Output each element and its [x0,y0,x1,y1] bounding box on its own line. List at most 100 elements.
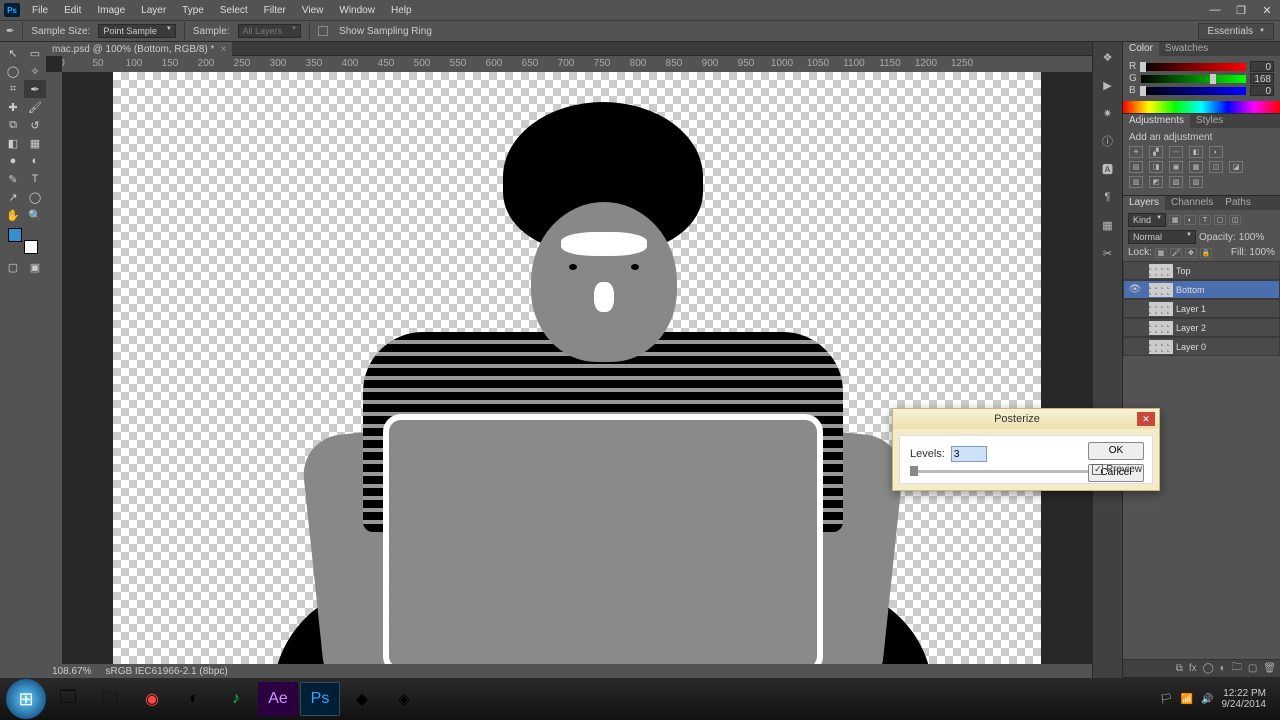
properties-icon[interactable]: ▦ [1099,216,1117,234]
eyedropper-tool[interactable]: ✒ [24,80,46,98]
visibility-icon[interactable]: 👁 [1124,284,1146,295]
eraser-tool[interactable]: ◧ [2,134,24,152]
fill-value[interactable]: 100% [1249,247,1275,258]
lock-trans-icon[interactable]: ▦ [1155,248,1167,258]
blend-mode[interactable]: Normal [1128,230,1196,244]
adj-invert[interactable]: ◪ [1229,161,1243,173]
start-button[interactable]: ⊞ [6,679,46,719]
tab-channels[interactable]: Channels [1165,196,1219,210]
g-slider[interactable] [1141,75,1246,83]
adj-select[interactable]: ▨ [1189,176,1203,188]
menu-select[interactable]: Select [214,3,254,18]
marquee-tool[interactable]: ▭ [24,44,46,62]
menu-image[interactable]: Image [91,3,131,18]
zoom-tool[interactable]: 🔍 [24,206,46,224]
taskbar-files[interactable]: 🗀 [90,682,130,716]
mask-icon[interactable]: ◯ [1203,663,1214,674]
trash-icon[interactable]: 🗑 [1263,663,1276,674]
lasso-tool[interactable]: ◯ [2,62,24,80]
tab-paths[interactable]: Paths [1219,196,1257,210]
zoom-level[interactable]: 108.67% [52,666,91,677]
workspace-switcher[interactable]: Essentials▼ [1198,23,1274,40]
canvas[interactable] [113,72,1041,664]
tab-layers[interactable]: Layers [1123,196,1165,210]
opacity-value[interactable]: 100% [1239,232,1265,243]
tray-volume-icon[interactable]: 🔊 [1201,694,1213,705]
close-button[interactable]: ✕ [1254,1,1280,19]
stamp-tool[interactable]: ⧉ [2,116,24,134]
link-icon[interactable]: ⧉ [1176,663,1183,674]
menu-filter[interactable]: Filter [258,3,292,18]
layer-row[interactable]: Layer 0 [1123,337,1280,356]
r-value[interactable]: 0 [1250,61,1274,72]
history-brush-tool[interactable]: ↺ [24,116,46,134]
menu-type[interactable]: Type [176,3,210,18]
g-value[interactable]: 168 [1250,73,1274,84]
sample-dropdown[interactable]: All Layers [238,24,302,38]
tab-swatches[interactable]: Swatches [1159,42,1214,56]
hand-tool[interactable]: ✋ [2,206,24,224]
taskbar-explorer[interactable]: 🗔 [48,682,88,716]
b-value[interactable]: 0 [1250,85,1274,96]
dialog-titlebar[interactable]: Posterize ✕ [893,409,1159,429]
document-tab[interactable]: mac.psd @ 100% (Bottom, RGB/8) * × [46,42,232,56]
taskbar-steam[interactable]: ◐ [174,682,214,716]
lock-pos-icon[interactable]: ✥ [1185,248,1197,258]
menu-help[interactable]: Help [385,3,418,18]
system-tray[interactable]: 🏳 📶 🔊 12:22 PM9/24/2014 [1160,688,1274,710]
dodge-tool[interactable]: ◐ [24,152,46,170]
eyedropper-icon[interactable]: ✒ [6,26,14,37]
menu-edit[interactable]: Edit [58,3,87,18]
adj-lookup[interactable]: ◫ [1209,161,1223,173]
adj-bw[interactable]: ◨ [1149,161,1163,173]
wand-tool[interactable]: ✧ [24,62,46,80]
tab-close-icon[interactable]: × [220,44,226,55]
filter-smart-icon[interactable]: ◫ [1229,215,1241,225]
shape-tool[interactable]: ◯ [24,188,46,206]
pen-tool[interactable]: ✎ [2,170,24,188]
clock[interactable]: 12:22 PM9/24/2014 [1222,688,1267,710]
layer-row[interactable]: Top [1123,261,1280,280]
menu-layer[interactable]: Layer [135,3,172,18]
layer-row[interactable]: Layer 1 [1123,299,1280,318]
canvas-viewport[interactable] [62,72,1092,664]
gradient-tool[interactable]: ▦ [24,134,46,152]
lock-all-icon[interactable]: 🔒 [1200,248,1212,258]
paragraph-icon[interactable]: ¶ [1099,188,1117,206]
tab-adjustments[interactable]: Adjustments [1123,114,1190,128]
filter-kind[interactable]: Kind [1128,213,1166,227]
filter-shape-icon[interactable]: ▢ [1214,215,1226,225]
crop-tool[interactable]: ⌗ [2,80,24,98]
menu-window[interactable]: Window [333,3,381,18]
adj-levels[interactable]: ▞ [1149,146,1163,158]
adj-brightness[interactable]: ☀ [1129,146,1143,158]
tab-color[interactable]: Color [1123,42,1159,56]
tray-flag-icon[interactable]: 🏳 [1160,694,1173,705]
taskbar-ae[interactable]: Ae [258,682,298,716]
adj-mixer[interactable]: ▦ [1189,161,1203,173]
blur-tool[interactable]: ● [2,152,24,170]
filter-pixel-icon[interactable]: ▦ [1169,215,1181,225]
taskbar-app2[interactable]: ◈ [384,682,424,716]
r-slider[interactable] [1140,63,1246,71]
tab-styles[interactable]: Styles [1190,114,1229,128]
type-tool[interactable]: T [24,170,46,188]
screenmode-tool[interactable]: ▣ [24,258,46,276]
adj-thresh[interactable]: ◩ [1149,176,1163,188]
quickmask-tool[interactable]: ▢ [2,258,24,276]
minimize-button[interactable]: — [1202,1,1228,19]
show-ring-checkbox[interactable] [318,26,328,36]
history-icon[interactable]: ❖ [1099,48,1117,66]
adj-layer-icon[interactable]: ◐ [1220,663,1226,674]
taskbar-spotify[interactable]: ♪ [216,682,256,716]
group-icon[interactable]: 🗀 [1232,660,1242,677]
posterize-dialog[interactable]: Posterize ✕ Levels: OK Cancel ✓ Preview [892,408,1160,491]
brush-tool[interactable]: 🖌 [24,98,46,116]
menu-view[interactable]: View [296,3,330,18]
layer-row[interactable]: Layer 2 [1123,318,1280,337]
maximize-button[interactable]: ❐ [1228,1,1254,19]
filter-adj-icon[interactable]: ◐ [1184,215,1196,225]
spectrum-ramp[interactable] [1123,101,1280,113]
heal-tool[interactable]: ✚ [2,98,24,116]
info-icon[interactable]: ⓘ [1099,132,1117,150]
